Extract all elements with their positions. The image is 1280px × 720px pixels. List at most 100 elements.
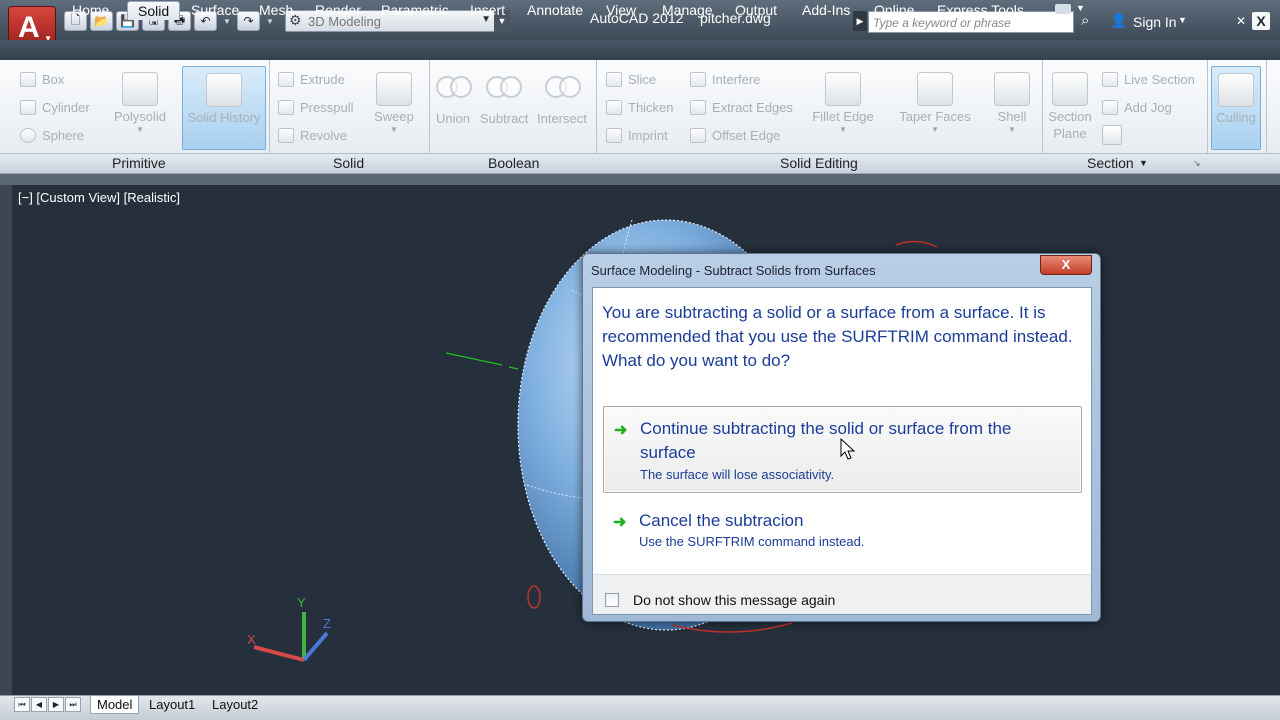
presspull-button[interactable]: Presspull xyxy=(278,97,353,117)
last-layout-icon[interactable]: ⏭ xyxy=(65,697,81,712)
box-icon xyxy=(20,71,36,87)
interfere-label: Interfere xyxy=(712,71,761,87)
extrude-button[interactable]: Extrude xyxy=(278,69,345,89)
mouse-cursor-icon xyxy=(840,438,856,460)
live-section-label: Live Section xyxy=(1124,71,1195,87)
section-panel-title[interactable]: Section xyxy=(1087,155,1134,171)
close-icon[interactable]: ✕ xyxy=(1236,14,1246,28)
sweep-label: Sweep xyxy=(374,109,414,124)
taper-faces-icon xyxy=(917,72,953,106)
chevron-down-icon[interactable]: ▼ xyxy=(1076,3,1085,13)
presspull-label: Presspull xyxy=(300,99,354,115)
tab-manage[interactable]: Manage xyxy=(662,1,713,20)
chevron-down-icon: ▼ xyxy=(136,125,144,134)
tab-solid[interactable]: Solid xyxy=(127,1,181,20)
do-not-show-checkbox[interactable] xyxy=(605,593,619,607)
tab-mesh[interactable]: Mesh xyxy=(259,1,293,20)
exchange-icon[interactable]: X xyxy=(1252,12,1270,30)
thicken-label: Thicken xyxy=(628,99,674,115)
section-settings-button[interactable] xyxy=(1102,125,1128,145)
shell-label: Shell xyxy=(997,109,1027,124)
viewport-controls-label[interactable]: [−] [Custom View] [Realistic] xyxy=(18,190,180,205)
first-layout-icon[interactable]: ⏮ xyxy=(14,697,30,712)
tab-express-tools[interactable]: Express Tools xyxy=(937,1,1024,20)
ribbon-minimize-icon[interactable] xyxy=(1055,4,1071,14)
polysolid-label: Polysolid xyxy=(113,109,167,124)
polysolid-icon xyxy=(122,72,158,106)
interfere-button[interactable]: Interfere xyxy=(690,69,760,89)
cylinder-button[interactable]: Cylinder xyxy=(20,97,90,117)
tab-model[interactable]: Model xyxy=(90,696,140,714)
tab-add-ins[interactable]: Add-Ins xyxy=(802,1,850,20)
extract-edges-button[interactable]: Extract Edges xyxy=(690,97,793,117)
chevron-down-icon: ▼ xyxy=(931,125,939,134)
union-button[interactable]: Union xyxy=(436,108,470,128)
tab-surface[interactable]: Surface xyxy=(191,1,239,20)
dialog-close-button[interactable]: X xyxy=(1040,255,1092,275)
tab-layout1[interactable]: Layout1 xyxy=(143,696,201,714)
prev-layout-icon[interactable]: ◀ xyxy=(31,697,47,712)
drawing-area-frame xyxy=(0,174,1280,185)
polysolid-button[interactable]: Polysolid ▼ xyxy=(100,66,180,134)
tab-render[interactable]: Render xyxy=(315,1,361,20)
solid-history-button[interactable]: Solid History xyxy=(182,66,266,150)
culling-button[interactable]: Culling xyxy=(1211,66,1261,150)
sweep-icon xyxy=(376,72,412,106)
imprint-icon xyxy=(606,127,622,143)
offset-edge-icon xyxy=(690,127,706,143)
slice-button[interactable]: Slice xyxy=(606,69,656,89)
primitive-panel-title: Primitive xyxy=(112,155,166,171)
revolve-button[interactable]: Revolve xyxy=(278,125,347,145)
ucs-x-label: X xyxy=(247,632,256,647)
solid-history-label: Solid History xyxy=(187,110,261,125)
revolve-label: Revolve xyxy=(300,127,347,143)
shell-button[interactable]: Shell ▼ xyxy=(984,66,1040,134)
dialog-title: Surface Modeling - Subtract Solids from … xyxy=(591,263,876,278)
option-cancel-main: Cancel the subtracion xyxy=(639,511,804,530)
sign-in-link[interactable]: Sign In xyxy=(1133,14,1177,30)
taper-faces-button[interactable]: Taper Faces ▼ xyxy=(895,66,975,134)
add-jog-button[interactable]: Add Jog xyxy=(1102,97,1172,117)
box-button[interactable]: Box xyxy=(20,69,64,89)
tab-insert[interactable]: Insert xyxy=(470,1,505,20)
tab-annotate[interactable]: Annotate xyxy=(527,1,583,20)
revolve-icon xyxy=(278,127,294,143)
autocad-window: A ▼ 🗋 📂 💾 🖫 🖶 ↶ ▼ ↷ ▼ ⚙ 3D Modeling ▼ ▼ … xyxy=(0,0,1280,720)
tab-view[interactable]: View xyxy=(606,1,636,20)
tab-home[interactable]: Home xyxy=(72,1,109,20)
chevron-down-icon: ▼ xyxy=(1008,125,1016,134)
fillet-edge-label: Fillet Edge xyxy=(812,109,874,124)
option-cancel-sub: Use the SURFTRIM command instead. xyxy=(639,534,865,549)
sphere-button[interactable]: Sphere xyxy=(20,125,84,145)
extrude-icon xyxy=(278,71,294,87)
next-layout-icon[interactable]: ▶ xyxy=(48,697,64,712)
redo-icon[interactable]: ↷ xyxy=(237,11,260,31)
cylinder-icon xyxy=(20,99,36,115)
offset-edge-button[interactable]: Offset Edge xyxy=(690,125,780,145)
thicken-button[interactable]: Thicken xyxy=(606,97,674,117)
tab-output[interactable]: Output xyxy=(735,1,777,20)
fillet-edge-button[interactable]: Fillet Edge ▼ xyxy=(803,66,883,134)
search-expand-icon[interactable]: ▶ xyxy=(853,11,867,31)
intersect-button[interactable]: Intersect xyxy=(537,108,587,128)
offset-edge-label: Offset Edge xyxy=(712,127,781,143)
tab-parametric[interactable]: Parametric xyxy=(381,1,449,20)
cancel-subtraction-option[interactable]: ➜ Cancel the subtracion Use the SURFTRIM… xyxy=(603,500,1082,560)
chevron-down-icon[interactable]: ▼ xyxy=(1178,15,1187,25)
live-section-button[interactable]: Live Section xyxy=(1102,69,1195,89)
chevron-down-icon: ▼ xyxy=(390,125,398,134)
subtract-label: Subtract xyxy=(480,110,529,126)
sweep-button[interactable]: Sweep ▼ xyxy=(354,66,434,134)
tab-online[interactable]: Online xyxy=(874,1,914,20)
dialog-launcher-icon[interactable]: ↘ xyxy=(1193,158,1201,169)
chevron-down-icon[interactable]: ▼ xyxy=(1139,158,1148,168)
subtract-button[interactable]: Subtract xyxy=(480,108,528,128)
binoculars-icon[interactable]: ⌕ xyxy=(1081,12,1089,29)
do-not-show-label[interactable]: Do not show this message again xyxy=(633,592,835,608)
left-edge-strip xyxy=(0,185,12,695)
tab-layout2[interactable]: Layout2 xyxy=(206,696,264,714)
ucs-y-label: Y xyxy=(297,595,306,610)
imprint-button[interactable]: Imprint xyxy=(606,125,668,145)
solid-history-icon xyxy=(206,73,242,107)
section-plane-button[interactable]: Section Plane xyxy=(1044,66,1096,142)
